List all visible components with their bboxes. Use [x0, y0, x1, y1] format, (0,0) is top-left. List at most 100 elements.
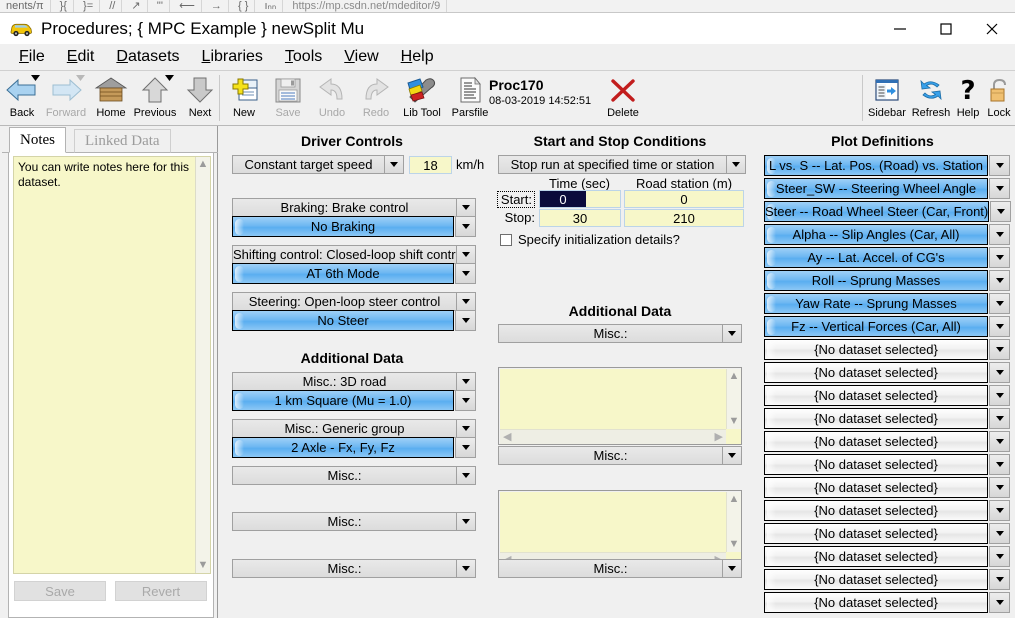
- toolbar-lock-button[interactable]: Lock: [983, 73, 1015, 124]
- scroll-up-icon[interactable]: ▲: [198, 159, 209, 170]
- plot-bar[interactable]: {No dataset selected}: [764, 454, 988, 475]
- plot-row[interactable]: {No dataset selected}: [764, 592, 1010, 613]
- addl-misc4-combo[interactable]: Misc.:: [232, 512, 476, 531]
- chevron-down-icon[interactable]: [455, 216, 476, 237]
- toolbar-delete-button[interactable]: Delete: [601, 73, 645, 124]
- chevron-down-icon[interactable]: [455, 263, 476, 284]
- notes-text[interactable]: You can write notes here for this datase…: [14, 157, 195, 573]
- notes-scrollbar[interactable]: ▲ ▼: [195, 157, 210, 573]
- chevron-down-icon[interactable]: [456, 199, 475, 216]
- scroll-down-icon[interactable]: ▼: [198, 560, 209, 571]
- toolbar-home-button[interactable]: Home: [89, 73, 133, 124]
- toolbar-undo-button[interactable]: Undo: [310, 73, 354, 124]
- chevron-down-icon[interactable]: [455, 310, 476, 331]
- previous-dropdown-caret[interactable]: [165, 75, 174, 81]
- addl-generic-dataset-bar[interactable]: 2 Axle - Fx, Fy, Fz: [232, 437, 454, 458]
- menu-edit[interactable]: Edit: [56, 46, 106, 68]
- checkbox-icon[interactable]: [500, 233, 512, 246]
- steering-dataset-bar[interactable]: No Steer: [232, 310, 454, 331]
- plot-bar[interactable]: {No dataset selected}: [764, 477, 988, 498]
- plot-row[interactable]: Roll -- Sprung Masses: [764, 270, 1010, 291]
- plot-bar[interactable]: Fz -- Vertical Forces (Car, All): [764, 316, 988, 337]
- chevron-down-icon[interactable]: [456, 373, 475, 390]
- stop-row-label[interactable]: Stop:: [497, 210, 535, 225]
- addl-3droad-dataset-row[interactable]: 1 km Square (Mu = 1.0): [232, 390, 476, 411]
- ss-misc1-combo[interactable]: Misc.:: [498, 324, 742, 343]
- toolbar-save-button[interactable]: Save: [266, 73, 310, 124]
- scroll-down-icon[interactable]: ▼: [729, 416, 740, 427]
- menu-help[interactable]: Help: [390, 46, 445, 68]
- start-time-cell[interactable]: 0: [539, 190, 621, 208]
- plot-row[interactable]: {No dataset selected}: [764, 500, 1010, 521]
- chevron-down-icon[interactable]: [990, 201, 1012, 222]
- ss-misc2-combo[interactable]: Misc.:: [498, 446, 742, 465]
- plot-bar[interactable]: {No dataset selected}: [764, 523, 988, 544]
- plot-row[interactable]: {No dataset selected}: [764, 339, 1010, 360]
- chevron-down-icon[interactable]: [989, 477, 1010, 498]
- toolbar-new-button[interactable]: New: [222, 73, 266, 124]
- chevron-down-icon[interactable]: [989, 155, 1010, 176]
- chevron-down-icon[interactable]: [722, 325, 741, 342]
- plot-bar[interactable]: {No dataset selected}: [764, 500, 988, 521]
- steering-header-combo[interactable]: Steering: Open-loop steer control: [232, 292, 476, 311]
- plot-row[interactable]: {No dataset selected}: [764, 385, 1010, 406]
- chevron-down-icon[interactable]: [384, 156, 403, 173]
- plot-bar[interactable]: {No dataset selected}: [764, 546, 988, 567]
- chevron-down-icon[interactable]: [455, 437, 476, 458]
- addl-misc3-combo[interactable]: Misc.:: [232, 466, 476, 485]
- chevron-down-icon[interactable]: [456, 246, 475, 263]
- shifting-dataset-row[interactable]: AT 6th Mode: [232, 263, 476, 284]
- plot-row[interactable]: Yaw Rate -- Sprung Masses: [764, 293, 1010, 314]
- toolbar-refresh-button[interactable]: Refresh: [909, 73, 953, 124]
- notes-save-button[interactable]: Save: [14, 581, 106, 601]
- chevron-down-icon[interactable]: [722, 447, 741, 464]
- scroll-down-icon[interactable]: ▼: [729, 539, 740, 550]
- tab-linked-data[interactable]: Linked Data: [74, 129, 171, 153]
- misc-box-1-hscroll[interactable]: ◀ ▶: [500, 429, 726, 444]
- braking-header-combo[interactable]: Braking: Brake control: [232, 198, 476, 217]
- shifting-header-combo[interactable]: Shifting control: Closed-loop shift cont…: [232, 245, 476, 264]
- plot-row[interactable]: {No dataset selected}: [764, 431, 1010, 452]
- braking-dataset-bar[interactable]: No Braking: [232, 216, 454, 237]
- plot-row[interactable]: L vs. S -- Lat. Pos. (Road) vs. Station: [764, 155, 1010, 176]
- speed-value-input[interactable]: 18: [409, 156, 452, 174]
- addl-misc5-combo[interactable]: Misc.:: [232, 559, 476, 578]
- plot-row[interactable]: {No dataset selected}: [764, 408, 1010, 429]
- chevron-down-icon[interactable]: [726, 156, 745, 173]
- shifting-dataset-bar[interactable]: AT 6th Mode: [232, 263, 454, 284]
- plot-bar[interactable]: L vs. S -- Lat. Pos. (Road) vs. Station: [764, 155, 988, 176]
- chevron-down-icon[interactable]: [722, 560, 741, 577]
- plot-row[interactable]: Fz -- Vertical Forces (Car, All): [764, 316, 1010, 337]
- chevron-down-icon[interactable]: [989, 385, 1010, 406]
- plot-bar[interactable]: {No dataset selected}: [764, 592, 988, 613]
- stop-mode-combo[interactable]: Stop run at specified time or station: [498, 155, 746, 174]
- misc-box-2-vscroll[interactable]: ▲ ▼: [726, 492, 741, 552]
- plot-bar[interactable]: {No dataset selected}: [764, 362, 988, 383]
- close-icon[interactable]: [969, 13, 1015, 44]
- plot-row[interactable]: Alpha -- Slip Angles (Car, All): [764, 224, 1010, 245]
- plot-bar[interactable]: {No dataset selected}: [764, 385, 988, 406]
- plot-bar[interactable]: Steer_SW -- Steering Wheel Angle: [764, 178, 988, 199]
- chevron-down-icon[interactable]: [989, 247, 1010, 268]
- maximize-icon[interactable]: [923, 13, 969, 44]
- chevron-down-icon[interactable]: [989, 500, 1010, 521]
- addl-generic-header-combo[interactable]: Misc.: Generic group: [232, 419, 476, 438]
- plot-bar[interactable]: Alpha -- Slip Angles (Car, All): [764, 224, 988, 245]
- chevron-down-icon[interactable]: [989, 523, 1010, 544]
- scroll-right-icon[interactable]: ▶: [715, 431, 723, 443]
- chevron-down-icon[interactable]: [989, 569, 1010, 590]
- chevron-down-icon[interactable]: [456, 513, 475, 530]
- chevron-down-icon[interactable]: [456, 467, 475, 484]
- menu-view[interactable]: View: [333, 46, 389, 68]
- chevron-down-icon[interactable]: [989, 592, 1010, 613]
- toolbar-redo-button[interactable]: Redo: [354, 73, 398, 124]
- plot-row[interactable]: {No dataset selected}: [764, 477, 1010, 498]
- plot-bar[interactable]: {No dataset selected}: [764, 569, 988, 590]
- chevron-down-icon[interactable]: [989, 454, 1010, 475]
- scroll-up-icon[interactable]: ▲: [729, 494, 740, 505]
- chevron-down-icon[interactable]: [989, 316, 1010, 337]
- toolbar-libtool-button[interactable]: Lib Tool: [398, 73, 446, 124]
- toolbar-sidebar-button[interactable]: Sidebar: [865, 73, 909, 124]
- start-station-cell[interactable]: 0: [624, 190, 744, 208]
- plot-row[interactable]: {No dataset selected}: [764, 454, 1010, 475]
